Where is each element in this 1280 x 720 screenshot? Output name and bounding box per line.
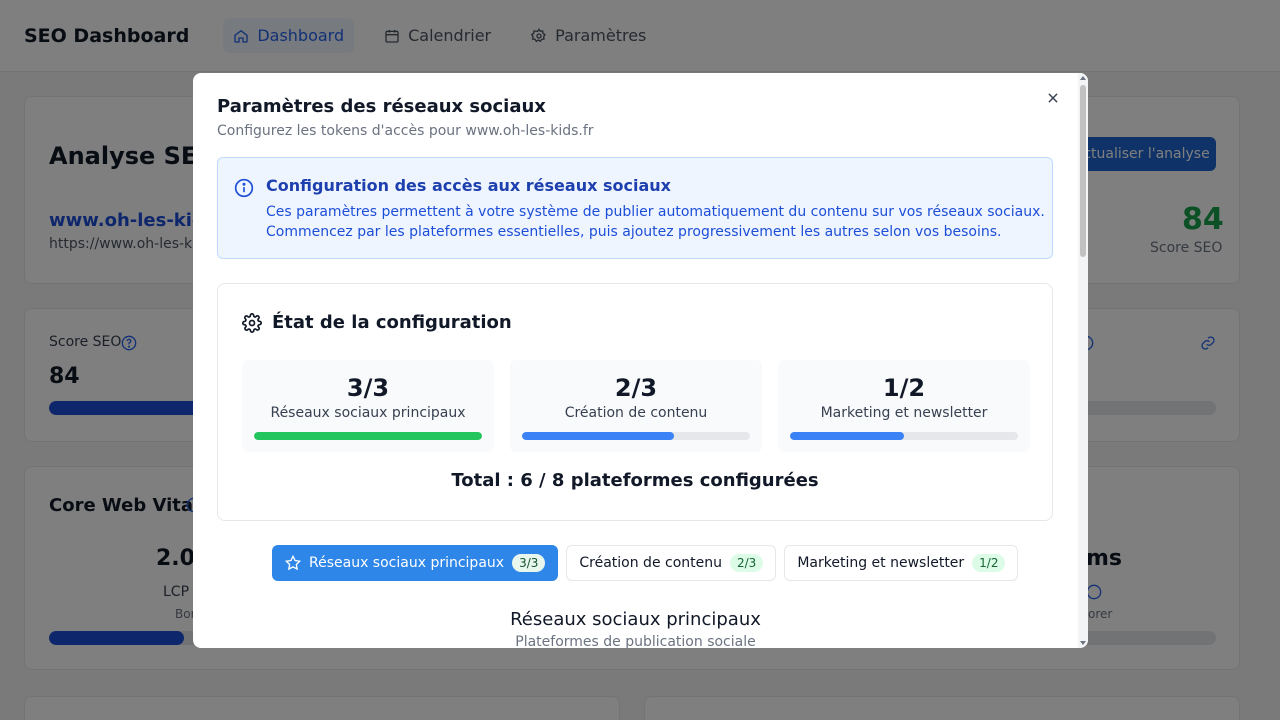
scroll-up-arrow[interactable] [1080, 76, 1086, 80]
section-subtitle: Plateformes de publication sociale [515, 634, 756, 648]
modal-scrollbar[interactable] [1078, 73, 1088, 648]
status-label: Réseaux sociaux principaux [270, 405, 466, 421]
info-text-line-2: Commencez par les plateformes essentiell… [266, 224, 1002, 240]
scrollbar-thumb[interactable] [1080, 85, 1086, 257]
tab-content-creation[interactable]: Création de contenu 2/3 [566, 545, 777, 581]
status-value: 3/3 [346, 374, 390, 402]
close-button[interactable] [1043, 88, 1063, 108]
configuration-total: Total : 6 / 8 plateformes configurées [451, 470, 819, 491]
status-label: Marketing et newsletter [820, 405, 988, 421]
status-progress-fill [790, 432, 904, 440]
tab-marketing-newsletter[interactable]: Marketing et newsletter 1/2 [784, 545, 1019, 581]
tab-label: Réseaux sociaux principaux [309, 555, 505, 571]
info-title: Configuration des accès aux réseaux soci… [266, 176, 671, 195]
info-text-line-1: Ces paramètres permettent à votre systèm… [266, 204, 1045, 220]
status-progress-bar [254, 432, 482, 440]
modal-subtitle: Configurez les tokens d'accès pour www.o… [217, 123, 594, 139]
status-label: Création de contenu [564, 405, 708, 421]
status-progress-fill [522, 432, 675, 440]
tab-badge: 1/2 [972, 554, 1006, 572]
status-progress-bar [790, 432, 1018, 440]
configuration-status-title: État de la configuration [272, 312, 512, 333]
modal-content: Paramètres des réseaux sociaux Configure… [193, 73, 1078, 648]
category-tabs: Réseaux sociaux principaux 3/3 Création … [272, 545, 1019, 581]
status-value: 1/2 [882, 374, 926, 402]
tab-badge: 3/3 [512, 554, 546, 572]
status-progress-fill [254, 432, 482, 440]
status-value: 2/3 [614, 374, 658, 402]
section-title: Réseaux sociaux principaux [510, 609, 761, 630]
star-icon [285, 555, 301, 571]
social-settings-modal: Paramètres des réseaux sociaux Configure… [193, 73, 1088, 648]
scroll-down-arrow[interactable] [1080, 641, 1086, 645]
close-icon [1048, 93, 1058, 103]
status-item-social: 3/3 Réseaux sociaux principaux [242, 360, 494, 452]
status-progress-bar [522, 432, 750, 440]
gear-icon [242, 312, 262, 333]
status-item-content: 2/3 Création de contenu [510, 360, 762, 452]
tab-label: Marketing et newsletter [797, 555, 965, 571]
info-icon [234, 178, 254, 198]
configuration-status-card: État de la configuration 3/3 Réseaux soc… [217, 283, 1053, 521]
status-item-marketing: 1/2 Marketing et newsletter [778, 360, 1030, 452]
tab-badge: 2/3 [730, 554, 764, 572]
modal-title: Paramètres des réseaux sociaux [217, 96, 546, 117]
info-alert: Configuration des accès aux réseaux soci… [217, 157, 1053, 259]
tab-social-networks[interactable]: Réseaux sociaux principaux 3/3 [272, 545, 559, 581]
tab-label: Création de contenu [579, 555, 722, 571]
configuration-status-header: État de la configuration [242, 312, 512, 333]
